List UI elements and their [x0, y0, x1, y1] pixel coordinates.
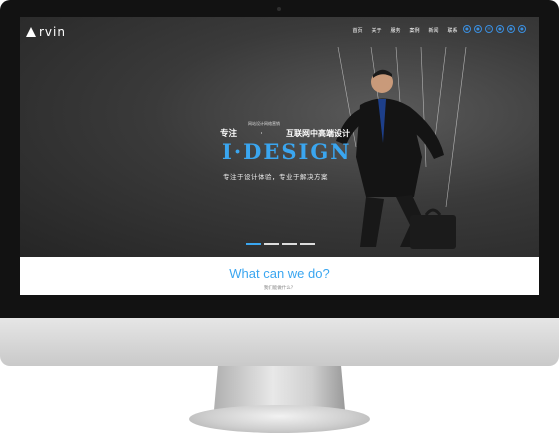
phone-icon[interactable]: ● — [518, 25, 526, 33]
hero-subline: 专注于设计体验，专业于解决方案 — [223, 173, 328, 181]
headline-separator: · — [260, 128, 263, 138]
nav-item-services[interactable]: 服务 — [386, 27, 405, 34]
slider-dot-4[interactable] — [300, 243, 315, 245]
twitter-icon[interactable]: ● — [507, 25, 515, 33]
monitor-stand-neck — [214, 366, 345, 410]
wechat-icon[interactable]: ● — [496, 25, 504, 33]
nav-item-news[interactable]: 新闻 — [424, 27, 443, 34]
headline-right: 互联网中高端设计 — [286, 128, 350, 138]
logo-text: rvin — [39, 25, 66, 39]
monitor-frame: rvin 首页 关于 服务 案例 新闻 联系 ● ● ✉ ● ● ● 网站设计网… — [0, 0, 559, 318]
section-title: What can we do? — [229, 266, 330, 281]
monitor-chin — [0, 318, 559, 366]
hero-banner: rvin 首页 关于 服务 案例 新闻 联系 ● ● ✉ ● ● ● 网站设计网… — [20, 17, 539, 257]
logo-icon — [26, 27, 36, 37]
slider-dot-1[interactable] — [246, 243, 261, 245]
headline-left: 专注 — [220, 129, 238, 139]
monitor-stand-base — [189, 405, 370, 433]
weibo-icon[interactable]: ● — [463, 25, 471, 33]
qq-icon[interactable]: ● — [474, 25, 482, 33]
hero-headline: 专注 · 互联网中高端设计 — [220, 127, 350, 140]
camera-icon — [277, 7, 281, 11]
slider-dot-3[interactable] — [282, 243, 297, 245]
nav-item-about[interactable]: 关于 — [367, 27, 386, 34]
top-navigation: rvin 首页 关于 服务 案例 新闻 联系 ● ● ✉ ● ● ● — [20, 17, 539, 45]
hero-brand: I·DESIGN — [222, 139, 352, 164]
social-links: ● ● ✉ ● ● ● — [463, 25, 526, 33]
main-nav: 首页 关于 服务 案例 新闻 联系 — [348, 27, 462, 34]
mail-icon[interactable]: ✉ — [485, 25, 493, 33]
services-section: What can we do? 我们能做什么？ — [20, 257, 539, 295]
screen: rvin 首页 关于 服务 案例 新闻 联系 ● ● ✉ ● ● ● 网站设计网… — [20, 17, 539, 295]
nav-item-home[interactable]: 首页 — [348, 27, 367, 34]
nav-item-contact[interactable]: 联系 — [443, 27, 462, 34]
logo[interactable]: rvin — [26, 25, 66, 39]
slider-dot-2[interactable] — [264, 243, 279, 245]
slider-dots — [246, 243, 315, 245]
section-subtitle: 我们能做什么？ — [263, 286, 296, 291]
nav-item-cases[interactable]: 案例 — [405, 27, 424, 34]
